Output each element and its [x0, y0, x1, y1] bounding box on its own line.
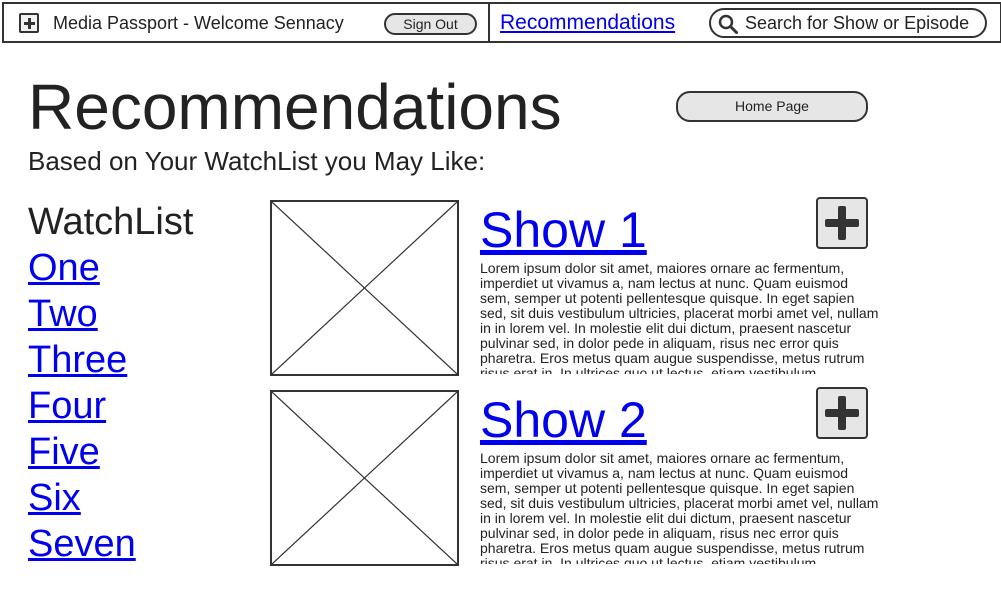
header-divider: [488, 4, 490, 41]
plus-box-icon[interactable]: [19, 13, 39, 33]
page-title: Recommendations: [28, 71, 562, 143]
search-input[interactable]: [745, 12, 981, 34]
watchlist-item-four[interactable]: Four: [28, 384, 106, 428]
show-2-description: Lorem ipsum dolor sit amet, maiores orna…: [480, 451, 879, 564]
home-page-button[interactable]: Home Page: [676, 91, 868, 122]
watchlist-item-six[interactable]: Six: [28, 476, 81, 520]
show-1-thumbnail[interactable]: [270, 200, 459, 376]
add-show-2-button[interactable]: [816, 387, 868, 439]
watchlist-item-three[interactable]: Three: [28, 338, 127, 382]
show-2-title[interactable]: Show 2: [480, 392, 647, 448]
show-1-title[interactable]: Show 1: [480, 202, 647, 258]
top-bar: Media Passport - Welcome Sennacy Sign Ou…: [2, 2, 1001, 43]
watchlist-item-seven[interactable]: Seven: [28, 522, 136, 566]
add-show-1-button[interactable]: [816, 197, 868, 249]
show-1-description: Lorem ipsum dolor sit amet, maiores orna…: [480, 261, 879, 374]
nav-link-recommendations[interactable]: Recommendations: [500, 11, 675, 35]
page-subtitle: Based on Your WatchList you May Like:: [28, 146, 486, 176]
sign-out-button[interactable]: Sign Out: [384, 13, 477, 35]
watchlist-item-five[interactable]: Five: [28, 430, 100, 474]
image-placeholder-icon: [272, 202, 457, 374]
search-icon: [718, 14, 738, 34]
watchlist-title: WatchList: [28, 201, 194, 243]
watchlist-item-two[interactable]: Two: [28, 292, 98, 336]
search-box[interactable]: [709, 8, 987, 38]
app-title: Media Passport - Welcome Sennacy: [53, 13, 344, 33]
show-2-thumbnail[interactable]: [270, 390, 459, 566]
watchlist-item-one[interactable]: One: [28, 246, 100, 290]
image-placeholder-icon: [272, 392, 457, 564]
